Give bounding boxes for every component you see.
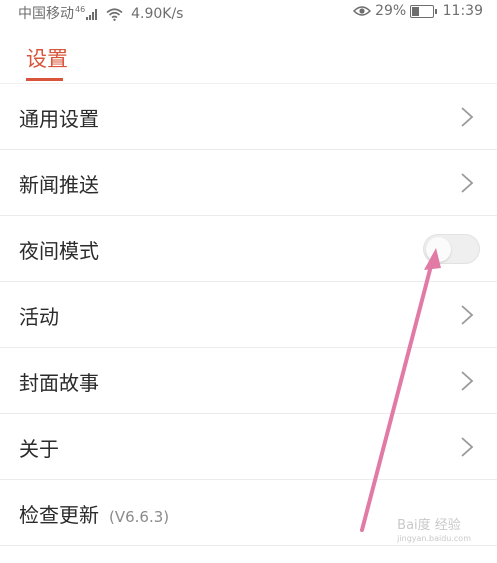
signal-icon [86,8,98,20]
status-right: 29% 11:39 [352,3,483,19]
settings-item-general[interactable]: 通用设置 [0,84,497,150]
chevron-right-icon [461,371,474,391]
settings-item-about[interactable]: 关于 [0,414,497,480]
settings-item-label: 新闻推送 [19,173,99,197]
settings-item-label: 活动 [19,305,59,329]
toggle-knob [426,237,451,262]
settings-header: 设置 [0,26,497,84]
settings-item-night-mode: 夜间模式 [0,216,497,282]
wifi-icon [106,7,123,21]
settings-item-activity[interactable]: 活动 [0,282,497,348]
night-mode-toggle[interactable] [423,234,480,264]
settings-item-cover-story[interactable]: 封面故事 [0,348,497,414]
network-speed: 4.90K/s [131,6,184,22]
settings-item-label: 封面故事 [19,371,99,395]
status-left: 中国移动46 4.90K/s [18,3,183,23]
watermark-text: Bai度 经验 [397,518,461,533]
page-title: 设置 [26,47,68,71]
status-bar: 中国移动46 4.90K/s 29% 11:39 [0,0,497,26]
title-underline [26,78,63,81]
settings-item-label: 关于 [19,437,59,461]
chevron-right-icon [461,107,474,127]
settings-item-label: 夜间模式 [19,239,99,263]
settings-list: 通用设置 新闻推送 夜间模式 活动 封面故事 关于 检查更新 (V6.6.3) [0,84,497,546]
carrier-name: 中国移动 [18,6,74,22]
settings-item-label: 通用设置 [19,107,99,131]
chevron-right-icon [461,305,474,325]
network-type-badge: 46 [75,5,86,14]
version-text: (V6.6.3) [109,508,170,526]
settings-item-label: 检查更新 (V6.6.3) [19,499,169,528]
battery-percent: 29% [375,3,407,19]
clock-time: 11:39 [442,3,483,19]
watermark-url: jingyan.baidu.com [397,534,471,543]
chevron-right-icon [461,173,474,193]
chevron-right-icon [461,437,474,457]
battery-icon [410,4,438,18]
settings-item-news-push[interactable]: 新闻推送 [0,150,497,216]
check-update-label: 检查更新 [19,503,99,527]
baidu-jingyan-watermark: Bai度 经验 jingyan.baidu.com [397,514,471,543]
eye-icon [352,6,371,16]
